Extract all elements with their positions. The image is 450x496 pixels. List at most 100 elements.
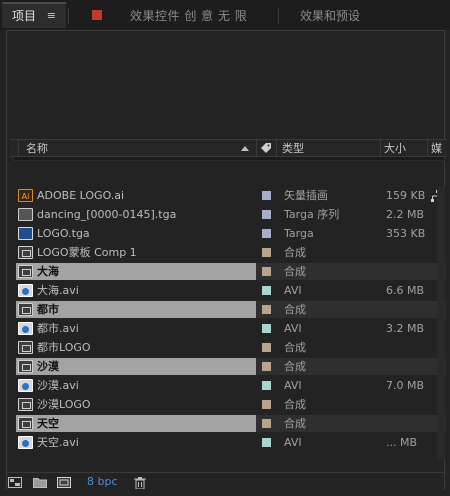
item-name: 天空.avi	[37, 436, 79, 449]
item-name: LOGO.tga	[37, 227, 90, 240]
list-item[interactable]: 沙漠LOGO 合成	[16, 395, 446, 414]
list-item[interactable]: 大海 合成	[16, 262, 446, 281]
item-details: 合成	[256, 415, 446, 432]
column-name[interactable]: 名称	[26, 141, 48, 157]
item-type: AVI	[284, 379, 302, 392]
label-color-swatch[interactable]	[262, 305, 271, 314]
column-divider	[427, 140, 428, 156]
item-preview-area	[7, 31, 444, 135]
list-item[interactable]: 都市LOGO 合成	[16, 338, 446, 357]
item-name: dancing_[0000-0145].tga	[37, 208, 177, 221]
column-type[interactable]: 类型	[282, 141, 304, 157]
column-divider	[276, 140, 277, 156]
item-type: 合成	[284, 341, 306, 354]
item-name-cell[interactable]: 沙漠	[16, 358, 256, 375]
list-item[interactable]: dancing_[0000-0145].tga Targa 序列 2.2 MB	[16, 205, 446, 224]
new-folder-icon[interactable]	[33, 477, 47, 488]
item-name-cell[interactable]: 沙漠.avi	[16, 377, 256, 394]
column-media[interactable]: 媒	[431, 141, 442, 157]
composition-icon	[18, 360, 33, 373]
item-name-cell[interactable]: 都市LOGO	[16, 339, 256, 356]
list-item[interactable]: 沙漠.avi AVI 7.0 MB	[16, 376, 446, 395]
item-name-cell[interactable]: LOGO.tga	[16, 225, 256, 242]
item-type: Targa	[284, 227, 314, 240]
list-item[interactable]: 都市.avi AVI 3.2 MB	[16, 319, 446, 338]
item-size: 159 KB	[386, 189, 426, 202]
item-name-cell[interactable]: 沙漠LOGO	[16, 396, 256, 413]
tab-effect-controls[interactable]: 效果控件 创 意 无 限	[130, 4, 247, 28]
sort-ascending-icon[interactable]	[240, 141, 250, 157]
tab-divider	[68, 8, 69, 24]
list-item[interactable]: 都市 合成	[16, 300, 446, 319]
video-file-icon	[18, 436, 33, 449]
interpret-footage-icon[interactable]	[8, 477, 22, 488]
item-name-cell[interactable]: 大海.avi	[16, 282, 256, 299]
item-size: 6.6 MB	[386, 284, 425, 297]
item-name: 都市	[37, 303, 59, 316]
item-name: 大海	[37, 265, 59, 278]
label-color-swatch[interactable]	[262, 438, 271, 447]
item-details: AVI ... MB	[256, 434, 446, 451]
item-name-cell[interactable]: LOGO蒙板 Comp 1	[16, 244, 256, 261]
item-size: 7.0 MB	[386, 379, 425, 392]
column-divider	[18, 140, 19, 156]
item-name: 天空	[37, 417, 59, 430]
label-color-swatch[interactable]	[262, 286, 271, 295]
trash-icon[interactable]	[133, 477, 147, 490]
column-header: 名称 类型 大小 媒	[10, 139, 447, 157]
composition-icon	[18, 417, 33, 430]
item-name-cell[interactable]: 天空	[16, 415, 256, 432]
new-composition-icon[interactable]	[57, 477, 71, 488]
list-scrollbar[interactable]	[437, 187, 445, 460]
tab-effects-presets[interactable]: 效果和预设	[300, 4, 360, 28]
list-item[interactable]: LOGO蒙板 Comp 1 合成	[16, 243, 446, 262]
list-item[interactable]: 天空 合成	[16, 414, 446, 433]
item-name-cell[interactable]: 天空.avi	[16, 434, 256, 451]
list-item[interactable]: 天空.avi AVI ... MB	[16, 433, 446, 452]
item-type: 合成	[284, 360, 306, 373]
composition-icon	[18, 341, 33, 354]
label-color-swatch[interactable]	[262, 191, 271, 200]
item-details: 合成	[256, 358, 446, 375]
label-color-swatch[interactable]	[262, 267, 271, 276]
item-size: ... MB	[386, 436, 418, 449]
tab-project[interactable]: 项目 ≡	[2, 2, 66, 28]
label-color-swatch[interactable]	[262, 400, 271, 409]
list-item[interactable]: LOGO.tga Targa 353 KB	[16, 224, 446, 243]
item-details: Targa 353 KB	[256, 225, 446, 242]
label-color-swatch[interactable]	[262, 229, 271, 238]
item-name-cell[interactable]: Ai ADOBE LOGO.ai	[16, 187, 256, 204]
label-color-swatch[interactable]	[262, 362, 271, 371]
column-size[interactable]: 大小	[384, 141, 406, 157]
video-file-icon	[18, 379, 33, 392]
item-name-cell[interactable]: 都市.avi	[16, 320, 256, 337]
item-type: 合成	[284, 246, 306, 259]
item-type: Targa 序列	[284, 208, 340, 221]
item-name: ADOBE LOGO.ai	[37, 189, 125, 202]
panel-menu-icon[interactable]: ≡	[47, 4, 56, 28]
item-name-cell[interactable]: 都市	[16, 301, 256, 318]
record-icon	[92, 10, 102, 20]
composition-icon	[18, 398, 33, 411]
label-color-swatch[interactable]	[262, 248, 271, 257]
label-color-swatch[interactable]	[262, 419, 271, 428]
item-size: 2.2 MB	[386, 208, 425, 221]
label-color-swatch[interactable]	[262, 324, 271, 333]
panel-footer: 8 bpc	[7, 472, 444, 490]
item-type: AVI	[284, 284, 302, 297]
label-color-swatch[interactable]	[262, 343, 271, 352]
color-depth-button[interactable]: 8 bpc	[87, 475, 118, 488]
label-tag-icon[interactable]	[260, 142, 272, 159]
item-name-cell[interactable]: 大海	[16, 263, 256, 280]
item-name-cell[interactable]: dancing_[0000-0145].tga	[16, 206, 256, 223]
item-type: AVI	[284, 322, 302, 335]
item-name: 沙漠.avi	[37, 379, 79, 392]
list-item[interactable]: 大海.avi AVI 6.6 MB	[16, 281, 446, 300]
item-type: 矢量插画	[284, 189, 328, 202]
image-file-icon	[18, 227, 33, 240]
label-color-swatch[interactable]	[262, 210, 271, 219]
item-details: 矢量插画 159 KB	[256, 187, 446, 204]
list-item[interactable]: 沙漠 合成	[16, 357, 446, 376]
list-item[interactable]: Ai ADOBE LOGO.ai 矢量插画 159 KB	[16, 186, 446, 205]
label-color-swatch[interactable]	[262, 381, 271, 390]
